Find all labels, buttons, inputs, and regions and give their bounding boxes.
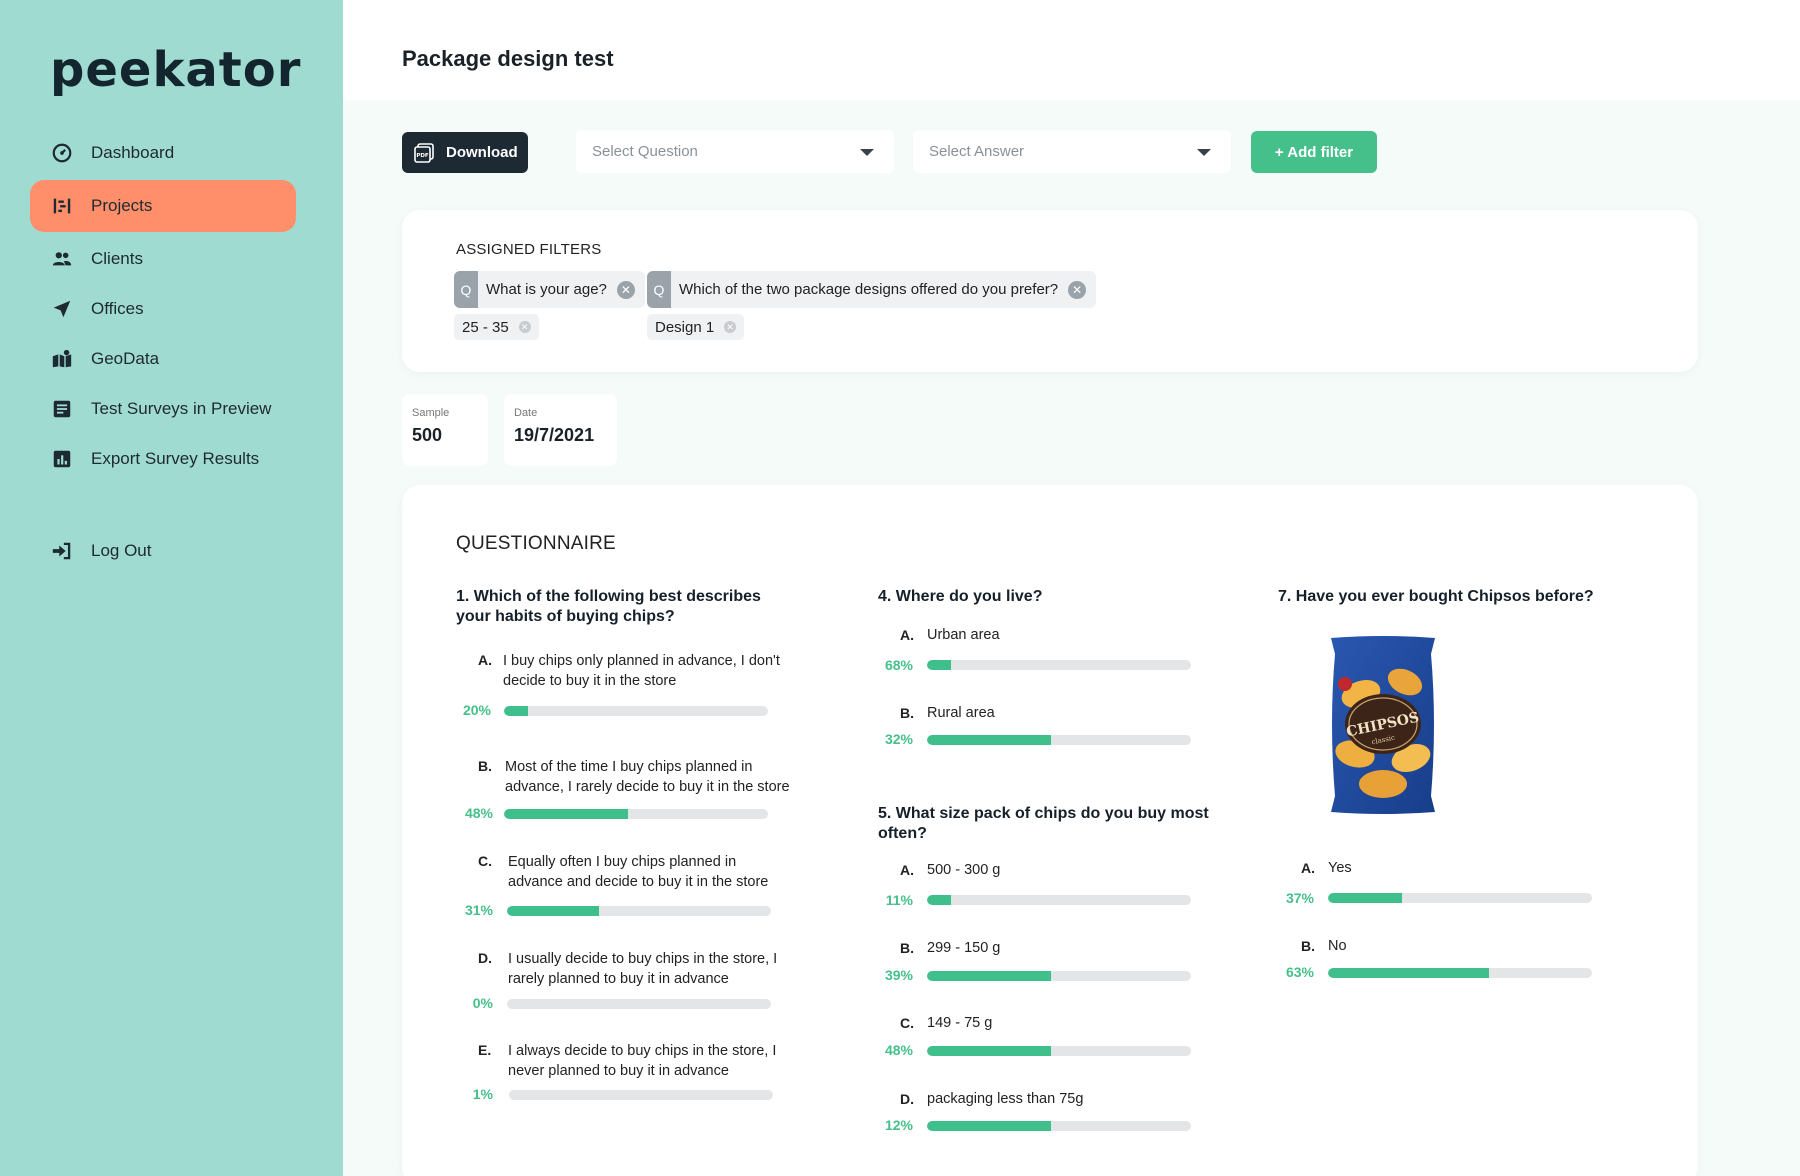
sidebar-item-offices[interactable]: Offices: [30, 284, 296, 334]
date-value: 19/7/2021: [514, 425, 595, 445]
sidebar-item-label: Clients: [91, 249, 143, 268]
sidebar-item-label: Export Survey Results: [91, 449, 260, 468]
percent-label: 39%: [884, 967, 913, 983]
question-5-title: 5. What size pack of chips do you buy mo…: [878, 805, 1209, 842]
date-stat: Date 19/7/2021: [504, 394, 617, 466]
sidebar-item-label: Test Surveys in Preview: [91, 399, 272, 418]
percent-label: 0%: [472, 995, 493, 1011]
geodata-icon: [50, 347, 74, 371]
sidebar: peekator Dashboard Projects Clients Offi…: [0, 0, 343, 1176]
filter-value-text: 25 - 35: [462, 318, 509, 336]
app-logo[interactable]: peekator: [50, 42, 301, 98]
percent-label: 32%: [884, 731, 913, 747]
close-icon[interactable]: ✕: [724, 321, 737, 333]
sample-stat: Sample 500: [402, 394, 488, 466]
sidebar-item-label: Projects: [91, 196, 153, 215]
chevron-down-icon: [860, 149, 874, 156]
question-badge: Q: [647, 271, 671, 308]
question-7-title: 7. Have you ever bought Chipsos before?: [1278, 588, 1594, 605]
filter-value-chip-design: Design 1 ✕: [647, 314, 745, 340]
download-button[interactable]: PDF Download: [402, 132, 528, 173]
dashboard-icon: [50, 141, 74, 165]
download-label: Download: [446, 144, 518, 161]
filter-value-text: Design 1: [655, 318, 715, 336]
progress-bar: [927, 735, 1191, 745]
progress-bar: [509, 1090, 773, 1100]
product-image: CHIPSOS classic: [1331, 636, 1435, 814]
select-question-dropdown[interactable]: Select Question: [576, 130, 894, 173]
sidebar-item-test-surveys[interactable]: Test Surveys in Preview: [30, 384, 296, 434]
percent-label: 31%: [464, 902, 493, 918]
sidebar-item-geodata[interactable]: GeoData: [30, 334, 296, 384]
top-bar: Package design test: [343, 0, 1800, 100]
clients-icon: [50, 247, 74, 271]
filter-value-chip-age: 25 - 35 ✕: [454, 314, 539, 340]
percent-label: 12%: [884, 1117, 913, 1133]
close-icon[interactable]: ✕: [1068, 280, 1087, 299]
progress-bar: [927, 660, 1191, 670]
filter-chip-age: Q What is your age? ✕: [454, 271, 645, 308]
svg-text:PDF: PDF: [416, 153, 429, 159]
sidebar-item-label: Offices: [91, 299, 144, 318]
percent-label: 37%: [1285, 890, 1314, 906]
sidebar-item-label: Dashboard: [91, 143, 175, 162]
percent-label: 1%: [472, 1086, 493, 1102]
percent-label: 63%: [1285, 964, 1314, 980]
filter-question-text: Which of the two package designs offered…: [679, 281, 1059, 298]
sidebar-item-clients[interactable]: Clients: [30, 234, 296, 284]
pdf-icon: PDF: [414, 142, 434, 163]
logout-icon: [50, 539, 74, 563]
progress-bar: [927, 1121, 1191, 1131]
questionnaire-title: QUESTIONNAIRE: [456, 533, 616, 554]
sidebar-item-projects[interactable]: Projects: [30, 180, 296, 232]
sidebar-item-dashboard[interactable]: Dashboard: [30, 128, 296, 178]
projects-icon: [50, 194, 74, 218]
chevron-down-icon: [1197, 149, 1211, 156]
surveys-icon: [50, 397, 74, 421]
sidebar-nav: Dashboard Projects Clients Offices GeoDa…: [30, 128, 296, 576]
logout-button[interactable]: Log Out: [30, 526, 296, 576]
progress-bar: [1328, 893, 1592, 903]
assigned-filters-card: ASSIGNED FILTERS Q What is your age? ✕ 2…: [402, 210, 1698, 372]
question-badge: Q: [454, 271, 478, 308]
page-title: Package design test: [402, 46, 614, 71]
question-4-title: 4. Where do you live?: [878, 588, 1043, 605]
progress-bar: [504, 706, 768, 716]
percent-label: 48%: [884, 1042, 913, 1058]
date-label: Date: [514, 407, 538, 419]
progress-bar: [927, 1046, 1191, 1056]
progress-bar: [504, 809, 768, 819]
progress-bar: [927, 895, 1191, 905]
percent-label: 68%: [884, 657, 913, 673]
select-answer-placeholder: Select Answer: [929, 143, 1025, 160]
offices-icon: [50, 297, 74, 321]
percent-label: 20%: [462, 702, 491, 718]
filter-question-text: What is your age?: [486, 281, 607, 298]
progress-bar: [927, 971, 1191, 981]
sample-label: Sample: [412, 407, 450, 419]
export-icon: [50, 447, 74, 471]
close-icon[interactable]: ✕: [616, 280, 635, 299]
percent-label: 11%: [885, 892, 913, 908]
sample-value: 500: [412, 425, 443, 445]
progress-bar: [1328, 968, 1592, 978]
sidebar-item-label: GeoData: [91, 349, 160, 368]
add-filter-button[interactable]: + Add filter: [1251, 131, 1377, 173]
percent-label: 48%: [464, 805, 493, 821]
filter-chip-design: Q Which of the two package designs offer…: [647, 271, 1097, 308]
logout-label: Log Out: [91, 541, 152, 560]
sidebar-item-export[interactable]: Export Survey Results: [30, 434, 296, 484]
close-icon[interactable]: ✕: [518, 321, 531, 333]
select-answer-dropdown[interactable]: Select Answer: [913, 130, 1231, 173]
progress-bar: [507, 999, 771, 1009]
select-question-placeholder: Select Question: [592, 143, 698, 160]
assigned-filters-title: ASSIGNED FILTERS: [456, 241, 602, 258]
question-1-title: 1. Which of the following best describes…: [456, 588, 761, 625]
progress-bar: [507, 906, 771, 916]
